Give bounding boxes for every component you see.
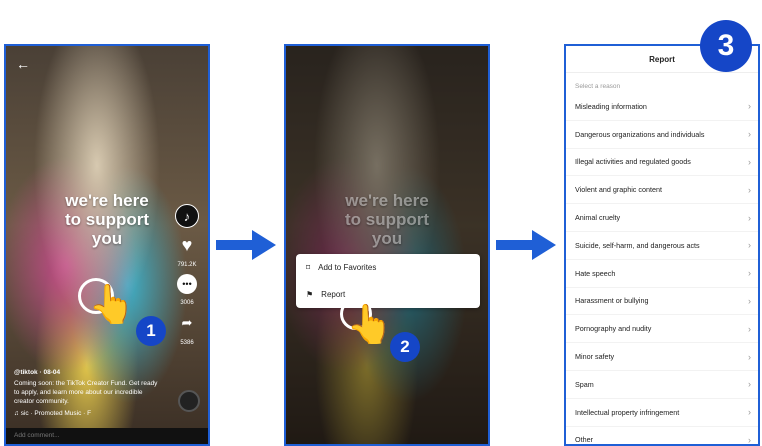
post-date: 08-04 xyxy=(43,369,61,376)
report-reason-item[interactable]: Other › xyxy=(566,427,758,445)
chevron-right-icon: › xyxy=(748,351,751,362)
chevron-right-icon: › xyxy=(748,101,751,112)
report-reason-item[interactable]: Hate speech › xyxy=(566,260,758,288)
report-reason-item[interactable]: Illegal activities and regulated goods › xyxy=(566,149,758,177)
video-overlay-text: we're here to support you xyxy=(286,191,488,248)
comment-icon[interactable]: ••• xyxy=(177,274,197,294)
report-subtitle: Select a reason xyxy=(575,83,621,90)
video-screen-panel: ← we're here to support you ♪ ♥ 791.2K •… xyxy=(4,44,210,446)
report-reasons-panel: Report Select a reason Misleading inform… xyxy=(564,44,760,446)
arrow-right-icon xyxy=(216,230,276,260)
chevron-right-icon: › xyxy=(748,407,751,418)
step-badge: 2 xyxy=(390,332,420,362)
report-reason-label: Misleading information xyxy=(575,101,647,111)
chevron-right-icon: › xyxy=(748,129,751,140)
report-reason-label: Dangerous organizations and individuals xyxy=(575,129,705,139)
tiktok-logo-icon[interactable]: ♪ xyxy=(175,204,199,228)
report-reason-item[interactable]: Suicide, self-harm, and dangerous acts › xyxy=(566,232,758,260)
chevron-right-icon: › xyxy=(748,295,751,306)
chevron-right-icon: › xyxy=(748,156,751,167)
report-reason-label: Harassment or bullying xyxy=(575,296,649,306)
username[interactable]: @tiktok xyxy=(14,369,38,376)
chevron-right-icon: › xyxy=(748,434,751,445)
overlay-line-1: we're here xyxy=(345,191,429,210)
report-reason-label: Intellectual property infringement xyxy=(575,407,680,417)
report-reason-item[interactable]: Intellectual property infringement › xyxy=(566,399,758,427)
share-menu-panel: we're here to support you ⌑ Add to Favor… xyxy=(284,44,490,446)
report-reason-label: Animal cruelty xyxy=(575,213,621,223)
share-count: 5386 xyxy=(180,340,194,346)
report-reason-item[interactable]: Harassment or bullying › xyxy=(566,288,758,316)
music-label[interactable]: sic · Promoted Music · F xyxy=(21,410,91,417)
overlay-line-3: you xyxy=(371,229,403,248)
report-reason-item[interactable]: Misleading information › xyxy=(566,93,758,121)
bookmark-icon: ⌑ xyxy=(306,263,311,272)
action-rail: ♪ ♥ 791.2K ••• 3006 ➦ 5386 xyxy=(172,204,202,346)
chevron-right-icon: › xyxy=(748,184,751,195)
caption-text: Coming soon: the TikTok Creator Fund. Ge… xyxy=(14,380,158,405)
chevron-right-icon: › xyxy=(748,268,751,279)
back-arrow-icon[interactable]: ← xyxy=(16,56,30,72)
pointing-hand-icon: 👆 xyxy=(88,284,136,326)
menu-item-add-to-favorites[interactable]: ⌑ Add to Favorites xyxy=(296,254,480,281)
report-reason-label: Spam xyxy=(575,379,594,389)
like-heart-icon[interactable]: ♥ xyxy=(176,234,198,256)
like-count: 791.2K xyxy=(177,262,197,268)
report-reason-item[interactable]: Pornography and nudity › xyxy=(566,315,758,344)
chevron-right-icon: › xyxy=(748,240,751,251)
report-reason-item[interactable]: Animal cruelty › xyxy=(566,204,758,232)
arrow-right-icon xyxy=(496,230,556,260)
comment-count: 3006 xyxy=(180,300,194,306)
report-reason-label: Pornography and nudity xyxy=(575,324,652,334)
report-reason-label: Other xyxy=(575,435,593,445)
report-reason-label: Illegal activities and regulated goods xyxy=(575,157,691,167)
menu-item-label: Report xyxy=(321,290,346,299)
chevron-right-icon: › xyxy=(748,212,751,223)
report-reason-label: Violent and graphic content xyxy=(575,185,662,195)
overlay-line-2: to support xyxy=(344,210,430,229)
reason-list: Misleading information › Dangerous organiz… xyxy=(566,93,758,445)
report-reason-item[interactable]: Dangerous organizations and individuals › xyxy=(566,121,758,149)
report-reason-item[interactable]: Violent and graphic content › xyxy=(566,176,758,205)
video-caption: @tiktok · 08-04 Coming soon: the TikTok … xyxy=(14,368,164,418)
report-reason-item[interactable]: Spam › xyxy=(566,371,758,399)
menu-item-label: Add to Favorites xyxy=(318,263,377,272)
long-press-menu: ⌑ Add to Favorites ⚑ Report xyxy=(296,254,480,308)
chevron-right-icon: › xyxy=(748,323,751,334)
report-reason-label: Suicide, self-harm, and dangerous acts xyxy=(575,240,700,250)
add-comment-input[interactable]: Add comment... xyxy=(6,428,208,444)
chevron-right-icon: › xyxy=(748,379,751,390)
pointing-hand-icon: 👆 xyxy=(346,304,394,346)
share-icon[interactable]: ➦ xyxy=(176,312,198,334)
step-badge: 1 xyxy=(136,316,166,346)
report-reason-item[interactable]: Minor safety › xyxy=(566,343,758,371)
music-note-icon: ♫ xyxy=(14,410,21,417)
report-reason-label: Minor safety xyxy=(575,352,615,362)
report-reason-label: Hate speech xyxy=(575,268,616,278)
music-disc-icon[interactable] xyxy=(178,390,200,412)
flag-icon: ⚑ xyxy=(306,290,314,299)
step-badge: 3 xyxy=(700,20,752,72)
